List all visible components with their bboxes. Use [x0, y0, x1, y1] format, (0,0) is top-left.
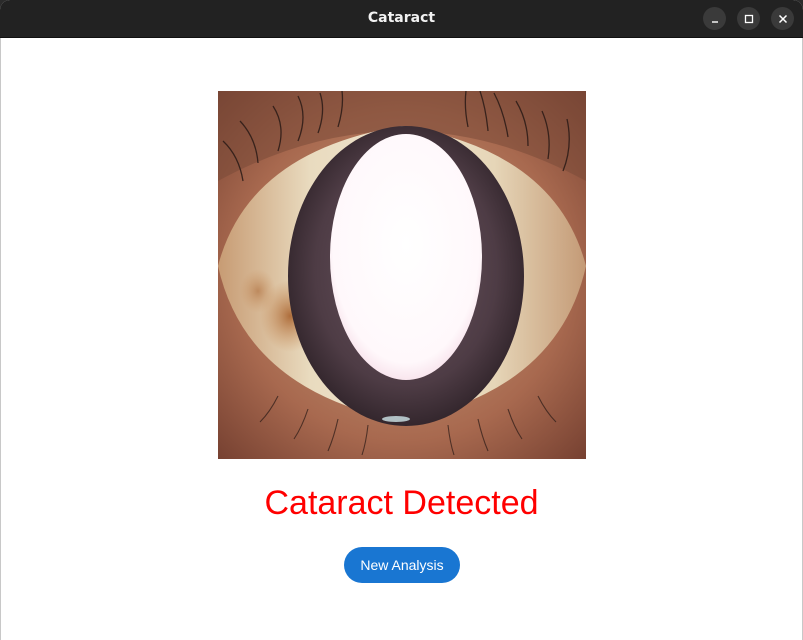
- new-analysis-button[interactable]: New Analysis: [344, 547, 460, 583]
- title-bar[interactable]: Cataract: [0, 0, 803, 38]
- minimize-button[interactable]: [703, 7, 726, 30]
- app-window: Cataract Cataract Detected New Analysis: [0, 0, 803, 640]
- window-title: Cataract: [367, 10, 436, 26]
- eye-photo: [218, 91, 586, 459]
- result-text: Cataract Detected: [264, 484, 539, 522]
- eye-photo-graphic: [218, 91, 586, 459]
- close-icon: [778, 14, 787, 23]
- maximize-icon: [744, 14, 753, 23]
- main-content: Cataract Detected New Analysis: [0, 38, 803, 640]
- maximize-button[interactable]: [737, 7, 760, 30]
- minimize-icon: [711, 20, 718, 23]
- close-button[interactable]: [771, 7, 794, 30]
